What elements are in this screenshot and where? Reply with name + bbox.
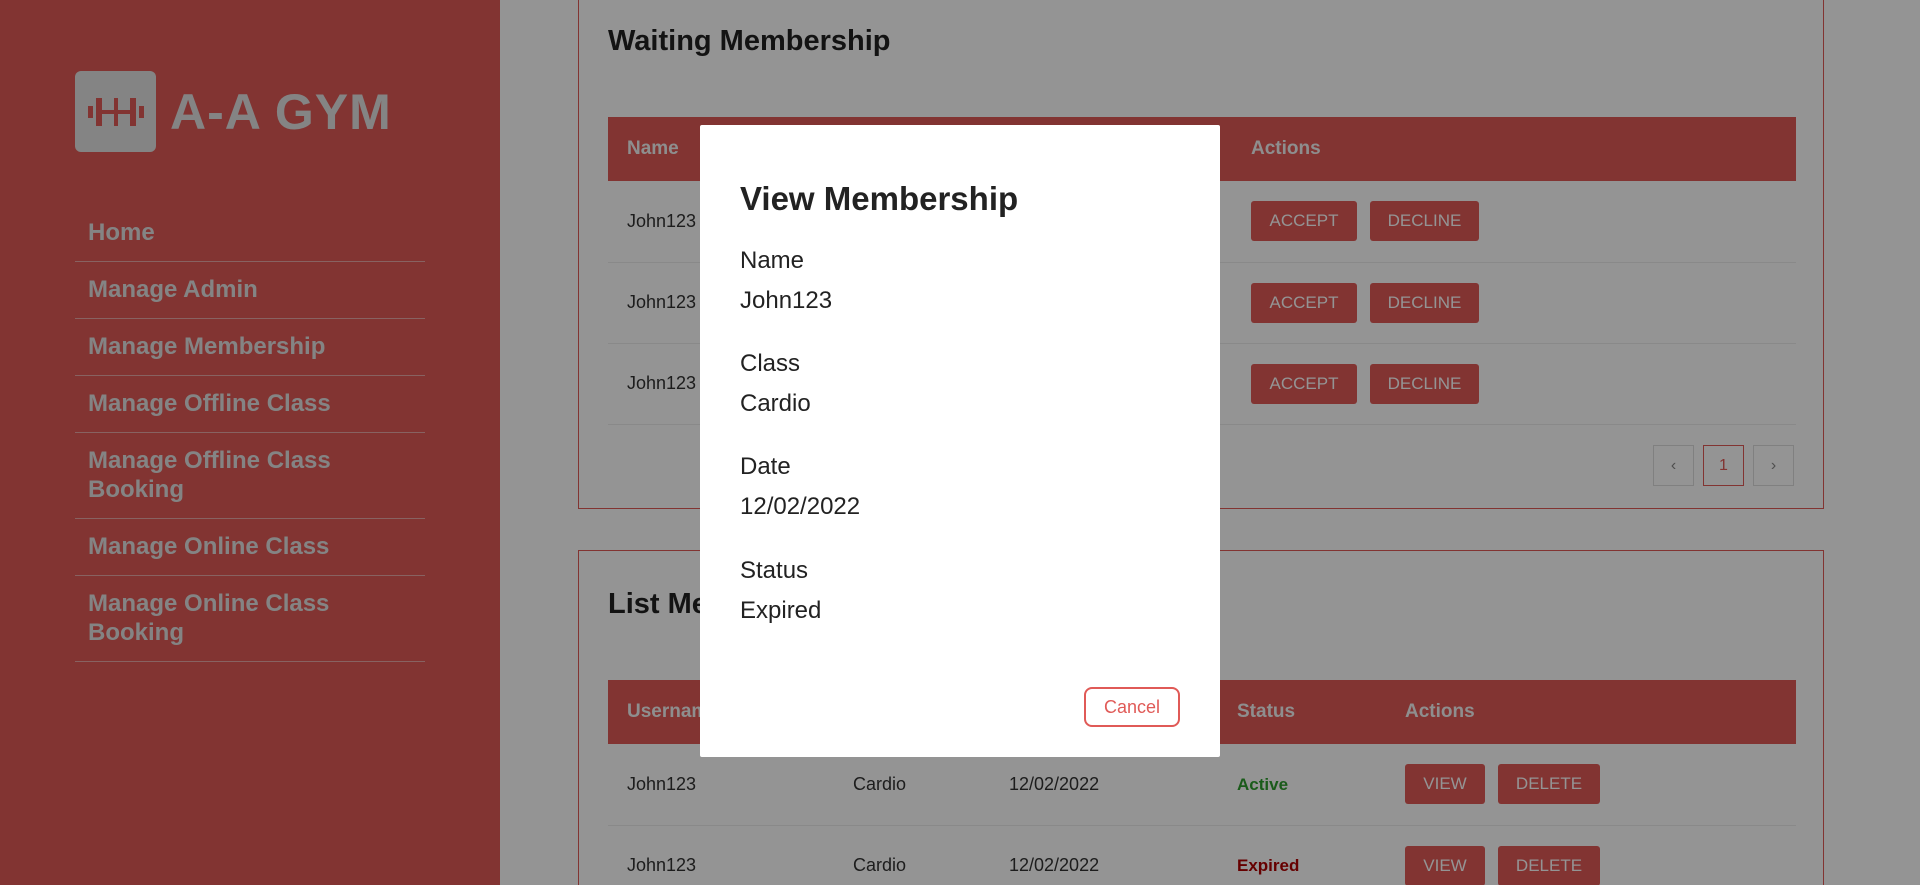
cancel-button[interactable]: Cancel xyxy=(1084,687,1180,727)
field-value: Cardio xyxy=(740,390,811,417)
modal-title: View Membership xyxy=(740,180,1019,217)
field-label: Class xyxy=(740,350,801,377)
name-field: Name John123 xyxy=(740,246,832,316)
field-value: John123 xyxy=(740,287,833,314)
field-label: Status xyxy=(740,557,809,584)
date-field: Date 12/02/2022 xyxy=(740,452,860,522)
field-label: Name xyxy=(740,247,805,274)
view-membership-modal: View Membership Name John123 Class Cardi… xyxy=(700,125,1220,757)
field-label: Date xyxy=(740,453,791,480)
field-value: 12/02/2022 xyxy=(740,493,861,520)
status-field: Status Expired xyxy=(740,556,821,626)
field-value: Expired xyxy=(740,597,822,624)
class-field: Class Cardio xyxy=(740,349,811,419)
